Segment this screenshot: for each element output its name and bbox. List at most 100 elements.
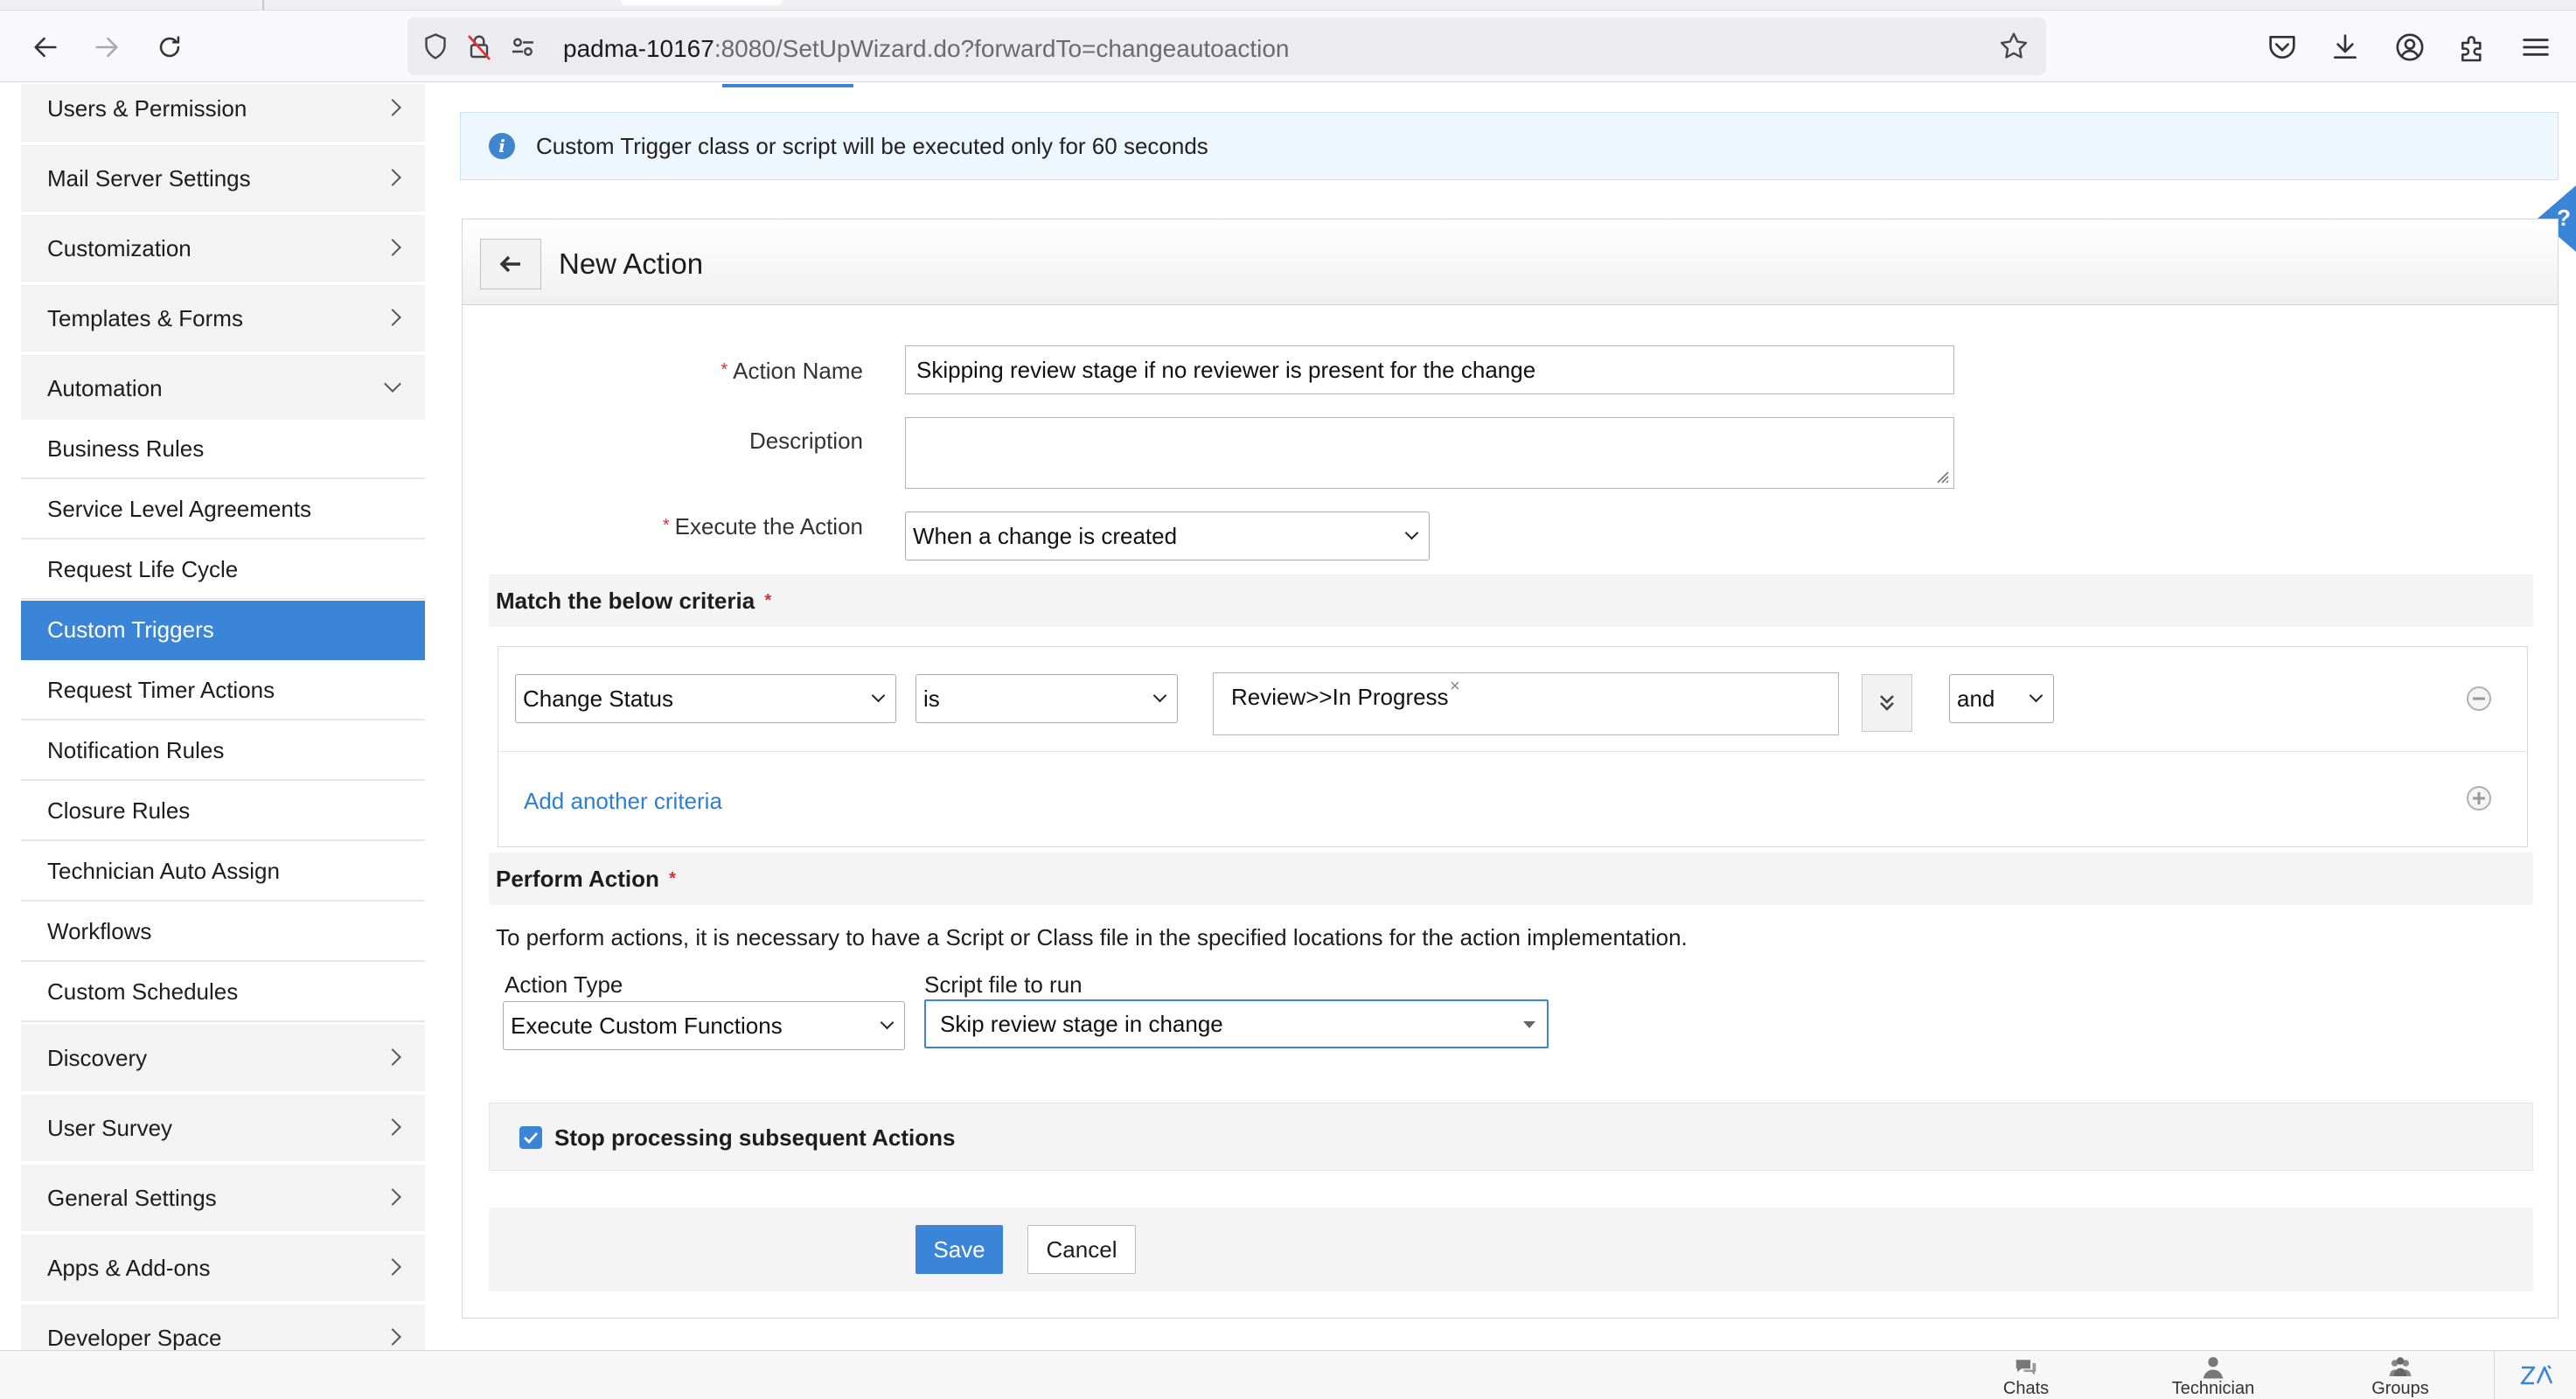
stop-processing-checkbox[interactable] — [519, 1126, 542, 1149]
criteria-value-box[interactable]: Review>>In Progress × — [1213, 672, 1839, 735]
downloads-icon[interactable] — [2328, 30, 2363, 65]
criteria-section-header: Match the below criteria * — [489, 574, 2533, 627]
zia-assistant-icon[interactable] — [2494, 1351, 2576, 1399]
url-path: :8080/SetUpWizard.do?forwardTo=changeaut… — [714, 35, 1290, 62]
required-marker: * — [662, 516, 670, 535]
insecure-lock-icon[interactable] — [463, 31, 495, 62]
sidebar-subitem-notification-rules[interactable]: Notification Rules — [21, 721, 425, 781]
save-button[interactable]: Save — [916, 1225, 1003, 1274]
sidebar-item-automation[interactable]: Automation — [21, 355, 425, 423]
groups-label: Groups — [2371, 1379, 2429, 1398]
stop-processing-label: Stop processing subsequent Actions — [554, 1124, 956, 1151]
sidebar-item-label: Customization — [47, 234, 191, 261]
sidebar-item-user-survey[interactable]: User Survey — [21, 1095, 425, 1163]
shield-icon[interactable] — [420, 31, 451, 62]
sidebar-subitem-custom-schedules[interactable]: Custom Schedules — [21, 963, 425, 1022]
chevron-right-icon — [384, 169, 401, 186]
perform-section-header: Perform Action * — [489, 853, 2533, 905]
sidebar-item-apps-addons[interactable]: Apps & Add-ons — [21, 1235, 425, 1303]
perform-note: To perform actions, it is necessary to h… — [496, 924, 1688, 950]
sidebar-item-templates-forms[interactable]: Templates & Forms — [21, 285, 425, 353]
sidebar-subitem-request-life-cycle[interactable]: Request Life Cycle — [21, 540, 425, 600]
bottom-bar: Chats Technician Groups — [0, 1350, 2576, 1399]
forward-arrow-icon[interactable] — [87, 28, 126, 66]
remove-criteria-icon[interactable] — [2467, 686, 2491, 711]
sidebar-item-label: User Survey — [47, 1114, 173, 1141]
chats-label: Chats — [2002, 1379, 2050, 1398]
extensions-icon[interactable] — [2455, 30, 2490, 65]
action-type-label: Action Type — [505, 971, 623, 998]
info-text: Custom Trigger class or script will be e… — [536, 132, 1208, 159]
technician-button[interactable]: Technician — [2165, 1354, 2261, 1398]
sidebar-subitem-workflows[interactable]: Workflows — [21, 902, 425, 962]
address-bar[interactable]: padma-10167:8080/SetUpWizard.do?forwardT… — [407, 17, 2046, 75]
chip-remove-icon[interactable]: × — [1450, 677, 1460, 697]
sidebar-item-general-settings[interactable]: General Settings — [21, 1165, 425, 1233]
site-permissions-icon[interactable] — [507, 31, 539, 62]
menu-icon[interactable] — [2518, 30, 2553, 65]
chevron-right-icon — [384, 99, 401, 116]
sidebar-item-mail-server-settings[interactable]: Mail Server Settings — [21, 145, 425, 213]
resize-handle-icon[interactable] — [1932, 467, 1950, 484]
criteria-field-select[interactable]: Change Status — [515, 674, 896, 723]
action-name-label-text: Action Name — [733, 358, 863, 384]
groups-button[interactable]: Groups — [2352, 1354, 2448, 1398]
sidebar-subitem-service-level-agreements[interactable]: Service Level Agreements — [21, 480, 425, 539]
chevron-right-icon — [384, 309, 401, 326]
account-icon[interactable] — [2392, 30, 2427, 65]
sidebar-item-label: Apps & Add-ons — [47, 1254, 211, 1281]
script-file-select[interactable]: Skip review stage in change — [924, 999, 1549, 1048]
sidebar-item-users-permission[interactable]: Users & Permission — [21, 84, 425, 143]
chevron-right-icon — [384, 1188, 401, 1206]
criteria-conjunction-select[interactable]: and — [1949, 674, 2054, 723]
group-icon — [2389, 1357, 2412, 1376]
execute-action-select[interactable]: When a change is created — [905, 512, 1430, 560]
sidebar-item-customization[interactable]: Customization — [21, 215, 425, 283]
info-icon: i — [489, 133, 515, 159]
action-name-input[interactable]: Skipping review stage if no reviewer is … — [905, 345, 1954, 394]
pocket-icon[interactable] — [2265, 30, 2300, 65]
chats-button[interactable]: Chats — [1978, 1354, 2074, 1398]
new-action-panel: New Action * Action Name Skipping review … — [462, 219, 2559, 1319]
sidebar-item-discovery[interactable]: Discovery — [21, 1025, 425, 1093]
chevron-down-icon — [384, 375, 401, 393]
criteria-operator-select[interactable]: is — [916, 674, 1178, 723]
criteria-heading: Match the below criteria — [496, 587, 755, 614]
chevron-down-icon — [871, 688, 886, 703]
admin-sidebar: Users & Permission Mail Server Settings … — [21, 84, 425, 1350]
execute-action-value: When a change is created — [913, 522, 1178, 549]
sidebar-subitem-custom-triggers[interactable]: Custom Triggers — [21, 601, 425, 660]
expand-options-button[interactable] — [1862, 674, 1912, 732]
browser-toolbar: padma-10167:8080/SetUpWizard.do?forwardT… — [0, 10, 2576, 82]
browser-tab-strip — [0, 0, 2576, 10]
sidebar-subitem-request-timer-actions[interactable]: Request Timer Actions — [21, 661, 425, 720]
reload-icon[interactable] — [150, 28, 189, 66]
sidebar-item-label: Automation — [47, 374, 163, 401]
sidebar-subitem-closure-rules[interactable]: Closure Rules — [21, 782, 425, 841]
bookmark-star-icon[interactable] — [1997, 30, 2030, 63]
sidebar-subitem-label: Service Level Agreements — [47, 495, 312, 522]
sidebar-item-developer-space[interactable]: Developer Space — [21, 1305, 425, 1350]
back-button[interactable] — [480, 239, 541, 289]
sidebar-subitem-label: Business Rules — [47, 435, 205, 462]
sidebar-subitem-business-rules[interactable]: Business Rules — [21, 420, 425, 479]
info-banner: i Custom Trigger class or script will be… — [460, 112, 2559, 180]
chevron-down-icon — [1152, 688, 1167, 703]
execute-action-label-text: Execute the Action — [674, 513, 863, 539]
execute-action-label: * Execute the Action — [496, 513, 863, 540]
criteria-field-value: Change Status — [523, 685, 674, 712]
cancel-button[interactable]: Cancel — [1027, 1225, 1136, 1274]
tab-divider — [262, 0, 264, 10]
url-text[interactable]: padma-10167:8080/SetUpWizard.do?forwardT… — [563, 35, 1289, 63]
sidebar-subitem-label: Custom Schedules — [47, 978, 239, 1005]
active-tab-edge — [621, 0, 783, 5]
add-criteria-icon[interactable] — [2467, 786, 2491, 811]
action-type-select[interactable]: Execute Custom Functions — [503, 1001, 905, 1050]
sidebar-subitem-technician-auto-assign[interactable]: Technician Auto Assign — [21, 842, 425, 901]
add-criteria-link[interactable]: Add another criteria — [524, 788, 722, 815]
sidebar-subitem-label: Closure Rules — [47, 797, 191, 824]
description-textarea[interactable] — [905, 417, 1954, 489]
sidebar-item-label: General Settings — [47, 1184, 217, 1211]
sidebar-subitem-label: Request Life Cycle — [47, 555, 239, 582]
back-arrow-icon[interactable] — [26, 28, 65, 66]
